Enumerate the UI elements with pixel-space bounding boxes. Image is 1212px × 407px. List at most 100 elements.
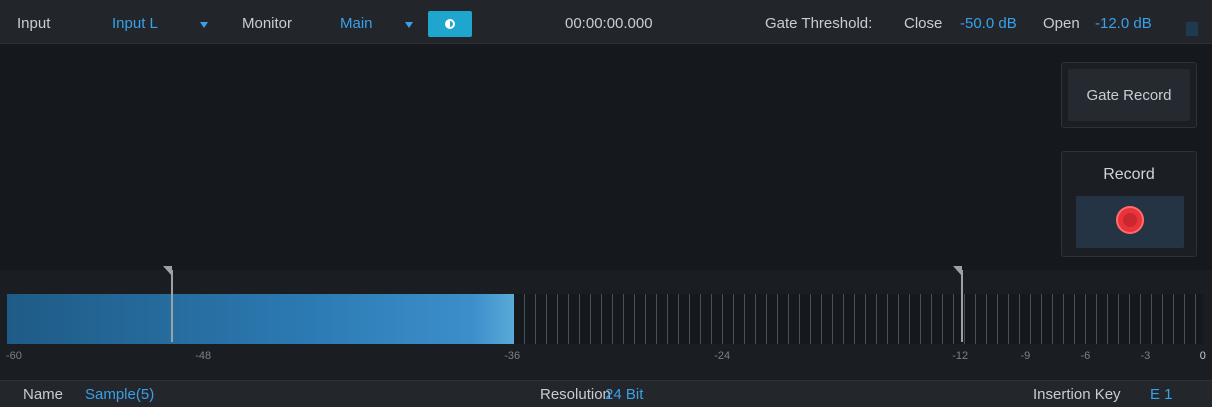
gate-close-label: Close [904,15,943,32]
gate-threshold-label: Gate Threshold: [765,15,873,32]
name-label: Name [23,386,64,403]
meter-scale-label: -3 [1140,350,1151,362]
meter-tick [1030,294,1031,344]
meter-tick [920,294,921,344]
meter-tick [1173,294,1174,344]
expand-button[interactable] [1186,22,1198,36]
meter-tick [722,294,723,344]
meter-tick [645,294,646,344]
meter-tick [898,294,899,344]
monitor-select-value[interactable]: Main [340,15,373,32]
meter-tick [535,294,536,344]
meter-tick [953,294,954,344]
resolution-value[interactable]: 24 Bit [605,386,643,403]
meter-tick [1162,294,1163,344]
input-select-value[interactable]: Input L [112,15,158,32]
meter-tick [568,294,569,344]
meter-tick [810,294,811,344]
monitor-dropdown-arrow-icon[interactable] [405,22,413,28]
gate-open-label: Open [1043,15,1080,32]
gate-open-threshold-marker[interactable] [961,270,963,342]
meter-tick [579,294,580,344]
meter-tick [689,294,690,344]
meter-tick [799,294,800,344]
meter-tick [975,294,976,344]
meter-tick [733,294,734,344]
meter-scale-label: -9 [1020,350,1031,362]
meter-scale-label: -24 [714,350,731,362]
record-panel: Record [1061,151,1197,257]
meter-tick [964,294,965,344]
meter-tick [1151,294,1152,344]
meter-tick [1184,294,1185,344]
meter-tick [601,294,602,344]
meter-tick [1096,294,1097,344]
meter-tick [854,294,855,344]
meter-tick [997,294,998,344]
meter-scale-label: -12 [952,350,969,362]
meter-tick [678,294,679,344]
insertion-key-value[interactable]: E 1 [1150,386,1173,403]
meter-tick [1085,294,1086,344]
meter-tick [1107,294,1108,344]
input-label: Input [17,15,51,32]
meter-tick [1129,294,1130,344]
meter-scale-label: -48 [195,350,212,362]
gate-record-label: Gate Record [1068,69,1190,121]
half-circle-icon [445,19,455,29]
record-button[interactable] [1076,196,1184,248]
gate-record-button[interactable]: Gate Record [1061,62,1197,128]
resolution-label: Resolution [540,386,611,403]
monitor-toggle-button[interactable] [428,11,472,37]
meter-tick [1008,294,1009,344]
meter-tick [590,294,591,344]
gate-close-value[interactable]: -50.0 dB [960,15,1017,32]
meter-tick [876,294,877,344]
meter-tick [711,294,712,344]
bottom-info-bar: Name Sample(5) Resolution 24 Bit Inserti… [0,380,1212,407]
record-dot-icon [1116,206,1144,234]
meter-tick [843,294,844,344]
meter-tick [766,294,767,344]
monitor-label: Monitor [242,15,293,32]
meter-tick [755,294,756,344]
meter-tick [865,294,866,344]
meter-scale-label: -6 [1080,350,1091,362]
meter-tick [1041,294,1042,344]
top-toolbar: Input Input L Monitor Main 00:00:00.000 … [0,0,1212,44]
input-dropdown-arrow-icon[interactable] [200,22,208,28]
meter-tick [700,294,701,344]
meter-scale-label: -60 [6,350,22,362]
meter-level-fill [7,294,514,344]
waveform-area [0,44,1212,270]
timecode: 00:00:00.000 [565,15,653,32]
meter-tick [942,294,943,344]
gate-open-threshold-marker-handle-icon[interactable] [953,266,962,276]
meter-tick [832,294,833,344]
level-meter: -60 -48 -36 -24 -12 -9 -6 -3 0 [0,266,1212,380]
meter-tick [931,294,932,344]
meter-tick [887,294,888,344]
meter-scale-label: -36 [504,350,521,362]
meter-tick [744,294,745,344]
record-label: Record [1103,166,1155,183]
meter-tick [909,294,910,344]
meter-tick [634,294,635,344]
meter-tick [623,294,624,344]
meter-tick [667,294,668,344]
meter-tick [1019,294,1020,344]
insertion-key-label: Insertion Key [1033,386,1121,403]
meter-tick [524,294,525,344]
meter-tick [1074,294,1075,344]
name-value[interactable]: Sample(5) [85,386,154,403]
meter-tick [546,294,547,344]
meter-tick [821,294,822,344]
gate-close-threshold-marker[interactable] [171,270,173,342]
meter-tick [1052,294,1053,344]
meter-tick [986,294,987,344]
meter-tick [1140,294,1141,344]
gate-close-threshold-marker-handle-icon[interactable] [163,266,172,276]
meter-tick [1063,294,1064,344]
meter-track [7,294,1203,344]
gate-open-value[interactable]: -12.0 dB [1095,15,1152,32]
